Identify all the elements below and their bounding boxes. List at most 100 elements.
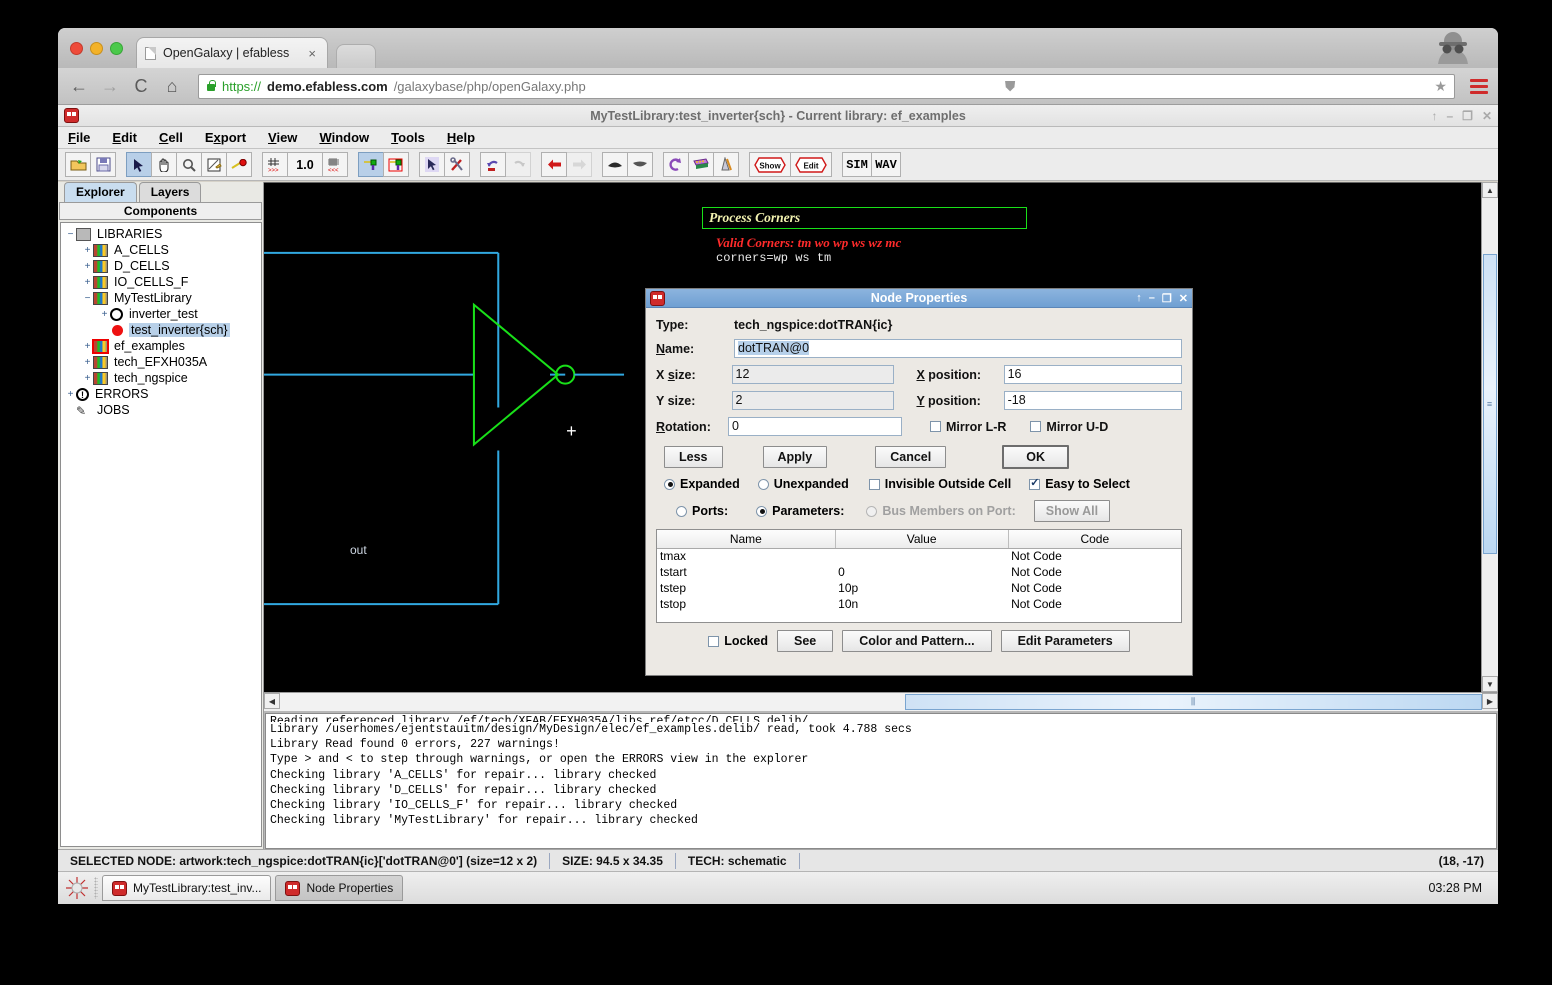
menu-export[interactable]: Export: [205, 130, 246, 145]
grid-value[interactable]: 1.0: [287, 152, 323, 177]
mirror-ud-checkbox[interactable]: Mirror U-D: [1006, 420, 1108, 434]
explorer-tree[interactable]: − LIBRARIES + A_CELLS + D_CELLS + IO_CELLS_F − My…: [60, 222, 262, 847]
shield-icon[interactable]: ⛊: [1005, 78, 1016, 95]
locked-checkbox[interactable]: Locked: [708, 634, 768, 648]
parameters-table-wrapper[interactable]: Name Value Code tmax Not Code tstart 0 Not C…: [656, 529, 1182, 623]
invisible-outside-cell-checkbox[interactable]: Invisible Outside Cell: [868, 477, 1011, 491]
menu-cell[interactable]: Cell: [159, 130, 183, 145]
y-size-input[interactable]: 2: [731, 391, 895, 410]
hamburger-icon[interactable]: [1470, 76, 1488, 97]
scroll-down-arrow[interactable]: ▼: [1482, 676, 1498, 692]
scroll-right-arrow[interactable]: ▶: [1482, 693, 1498, 709]
message-log[interactable]: Reading referenced library /ef/tech/XFAB…: [265, 713, 1497, 849]
arrow-right-icon[interactable]: [566, 152, 592, 177]
peek-icon[interactable]: [602, 152, 628, 177]
mirror-lr-checkbox[interactable]: Mirror L-R: [902, 420, 1006, 434]
vscroll-thumb[interactable]: ≡: [1483, 254, 1497, 554]
maximize-window-button[interactable]: [110, 42, 123, 55]
hscroll-thumb[interactable]: ⫼: [905, 694, 1482, 710]
unexpanded-radio[interactable]: Unexpanded: [757, 477, 849, 491]
tree-item-jobs[interactable]: ✎ JOBS: [61, 402, 261, 418]
show-all-button[interactable]: Show All: [1033, 500, 1111, 522]
apply-button[interactable]: Apply: [762, 446, 828, 468]
wav-button[interactable]: WAV: [871, 152, 901, 177]
star-icon[interactable]: ★: [1434, 78, 1447, 95]
menu-window[interactable]: Window: [319, 130, 369, 145]
maximize-icon[interactable]: ❐: [1462, 109, 1473, 123]
port-yellow-icon[interactable]: [358, 152, 384, 177]
expand-handle-icon[interactable]: +: [99, 309, 110, 320]
zoom-magnifier-icon[interactable]: [176, 152, 202, 177]
taskbar-item-node-properties[interactable]: Node Properties: [275, 875, 404, 901]
arrow-left-icon[interactable]: [541, 152, 567, 177]
expand-handle-icon[interactable]: +: [82, 277, 93, 288]
tree-item-mytestlibrary[interactable]: − MyTestLibrary: [61, 290, 261, 306]
x-size-input[interactable]: 12: [731, 365, 895, 384]
grid-fine-icon[interactable]: <<<: [322, 152, 348, 177]
shade-icon[interactable]: ↑: [1431, 109, 1437, 123]
color-and-pattern-button[interactable]: Color and Pattern...: [842, 630, 992, 652]
rotation-input[interactable]: 0: [728, 417, 902, 436]
new-tab-button[interactable]: [336, 44, 376, 68]
table-row[interactable]: tmax Not Code: [657, 548, 1181, 564]
expand-handle-icon[interactable]: +: [82, 357, 93, 368]
rotate-icon[interactable]: [663, 152, 689, 177]
start-menu-icon[interactable]: [64, 875, 90, 901]
node-properties-dialog[interactable]: Node Properties ↑ – ❐ ✕ Type: tech_ngspi…: [645, 288, 1193, 676]
parameters-radio[interactable]: Parameters:: [756, 504, 844, 518]
column-value[interactable]: Value: [835, 530, 1009, 549]
column-name[interactable]: Name: [657, 530, 836, 549]
minimize-icon[interactable]: –: [1149, 292, 1155, 305]
window-traffic-lights[interactable]: [70, 42, 123, 55]
expand-handle-icon[interactable]: +: [82, 341, 93, 352]
menu-help[interactable]: Help: [447, 130, 475, 145]
scroll-up-arrow[interactable]: ▲: [1482, 182, 1498, 198]
shade-icon[interactable]: ↑: [1136, 292, 1142, 305]
browser-tab[interactable]: OpenGalaxy | efabless ×: [136, 37, 328, 68]
app-window-controls[interactable]: ↑ – ❐ ✕: [1431, 109, 1492, 123]
cancel-button[interactable]: Cancel: [875, 446, 947, 468]
canvas-vertical-scrollbar[interactable]: ▲ ≡ ▼: [1481, 182, 1498, 692]
y-position-input[interactable]: -18: [1003, 391, 1182, 410]
mirror-icon[interactable]: [688, 152, 714, 177]
tab-explorer[interactable]: Explorer: [64, 182, 137, 202]
sim-button[interactable]: SIM: [842, 152, 872, 177]
name-input[interactable]: dotTRAN@0: [734, 339, 1182, 358]
ports-radio[interactable]: Ports:: [676, 504, 728, 518]
show-button[interactable]: Show: [749, 152, 791, 177]
pointer-icon[interactable]: [126, 152, 152, 177]
wire-pin-icon[interactable]: [226, 152, 252, 177]
tree-item-ef_examples[interactable]: + ef_examples: [61, 338, 261, 354]
table-row[interactable]: tstep 10p Not Code: [657, 580, 1181, 596]
close-icon[interactable]: ✕: [1482, 109, 1492, 123]
easy-to-select-checkbox[interactable]: Easy to Select: [1029, 476, 1130, 491]
tree-item-tech_ngspice[interactable]: + tech_ngspice: [61, 370, 261, 386]
tree-item-a_cells[interactable]: + A_CELLS: [61, 242, 261, 258]
expand-handle-icon[interactable]: +: [65, 389, 76, 400]
scroll-left-arrow[interactable]: ◀: [264, 693, 280, 709]
edit-parameters-button[interactable]: Edit Parameters: [1000, 630, 1130, 652]
table-row[interactable]: tstop 10n Not Code: [657, 596, 1181, 612]
taskbar-item-editor[interactable]: MyTestLibrary:test_inv...: [102, 875, 272, 901]
menu-tools[interactable]: Tools: [391, 130, 425, 145]
expanded-radio[interactable]: Expanded: [664, 477, 740, 491]
save-icon[interactable]: [90, 152, 116, 177]
window-edit-icon[interactable]: [201, 152, 227, 177]
home-button[interactable]: ⌂: [161, 76, 183, 97]
dialog-window-controls[interactable]: ↑ – ❐ ✕: [1136, 292, 1188, 305]
undo-icon[interactable]: [480, 152, 506, 177]
grid-coarse-icon[interactable]: >>>: [262, 152, 288, 177]
tree-item-test_invertersch[interactable]: test_inverter{sch}: [61, 322, 261, 338]
menu-file[interactable]: File: [68, 130, 90, 145]
edit-button[interactable]: Edit: [790, 152, 832, 177]
tree-item-inverter_test[interactable]: + inverter_test: [61, 306, 261, 322]
ok-button[interactable]: OK: [1002, 445, 1069, 469]
minimize-icon[interactable]: –: [1446, 109, 1453, 123]
menu-view[interactable]: View: [268, 130, 297, 145]
address-bar[interactable]: https:// demo.efabless.com/galaxybase/php…: [198, 73, 1455, 99]
ruler-icon[interactable]: [713, 152, 739, 177]
pan-hand-icon[interactable]: [151, 152, 177, 177]
menu-edit[interactable]: Edit: [112, 130, 137, 145]
select-arrow-icon[interactable]: [419, 152, 445, 177]
expand-handle-icon[interactable]: +: [82, 245, 93, 256]
